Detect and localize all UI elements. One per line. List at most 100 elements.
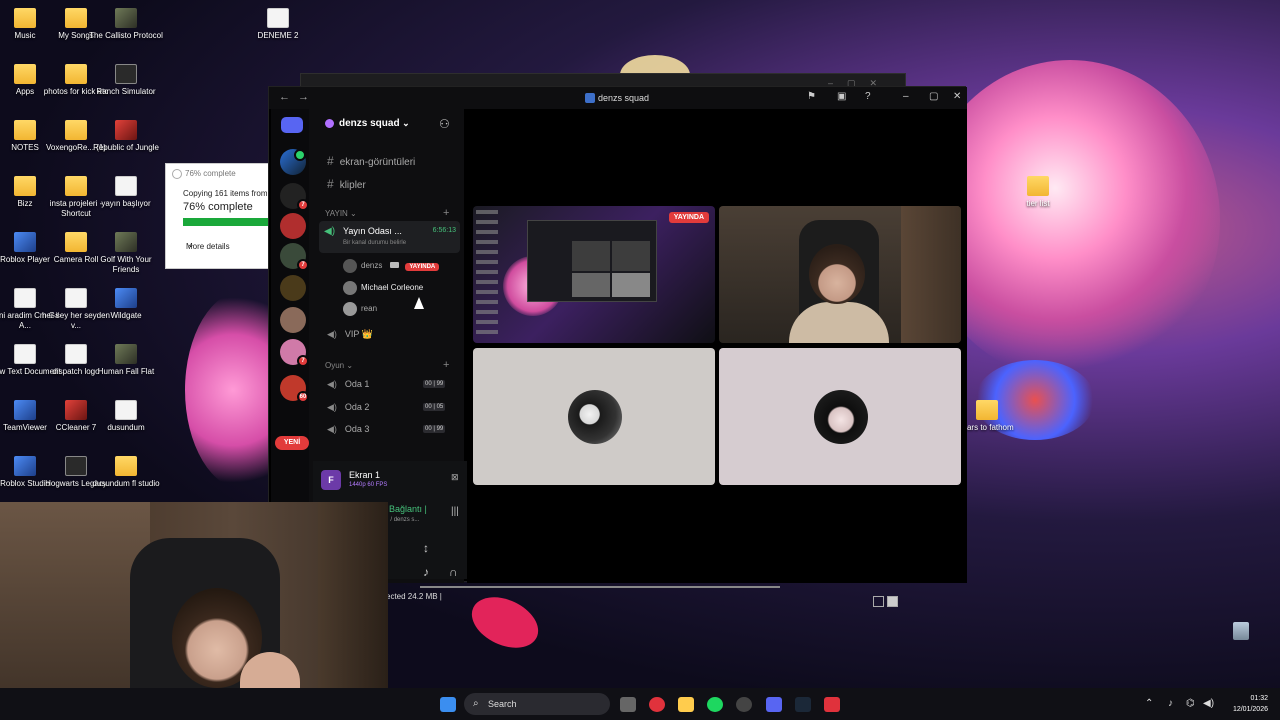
camera-background <box>901 206 961 343</box>
category-yayin[interactable]: YAYIN ⌄ + <box>325 207 449 219</box>
speaker-icon: ◀) <box>327 379 337 389</box>
channel-ekran-goruntuleri[interactable]: # ekran-görüntüleri <box>327 154 415 168</box>
download-icon[interactable]: ▣ <box>837 91 846 102</box>
new-badge[interactable]: YENİ <box>275 436 309 450</box>
desktop-icon-dusundum[interactable]: dusundum <box>89 400 163 433</box>
participant-tile[interactable] <box>473 348 715 485</box>
volume-icon[interactable]: ◀) <box>1203 698 1214 709</box>
copy-progress-dialog[interactable]: 76% complete Copying 161 items from 76% … <box>165 163 275 269</box>
app-icon <box>14 456 36 476</box>
server-name[interactable]: denzs squad <box>325 118 410 129</box>
mute-icon[interactable]: ↕ <box>423 541 429 555</box>
voice-channel-vip[interactable]: ◀) VIP 👑 <box>327 329 373 340</box>
voice-member-michael[interactable]: Michael Corleone <box>343 281 423 295</box>
desktop-icon-ranch[interactable]: Ranch Simulator <box>89 64 163 97</box>
invite-icon[interactable]: ⚇ <box>439 117 450 131</box>
voice-member-denzs[interactable]: denzs YAYINDA <box>343 259 440 273</box>
desktop-icon-fl-studio[interactable]: dusundum fl studio <box>89 456 163 489</box>
recycle-bin-icon[interactable] <box>1233 622 1249 640</box>
voice-channel-oda-2[interactable]: ◀) Oda 2 00 | 05 <box>327 402 446 413</box>
server-icon[interactable] <box>280 307 306 333</box>
microphone-icon[interactable]: ♪ <box>1168 698 1173 709</box>
details-view-icon[interactable] <box>873 596 884 607</box>
chevron-up-icon[interactable]: ⌃ <box>1145 698 1153 709</box>
channel-klipler[interactable]: # klipler <box>327 177 366 191</box>
taskbar: ⌕ Search ⌃ ♪ ⌬ ◀) 01:32 12/01/2026 <box>0 688 1280 720</box>
desktop-icon-wildgate[interactable]: Wildgate <box>89 288 163 321</box>
server-icon[interactable]: 7 <box>280 339 309 367</box>
folder-icon <box>65 120 87 140</box>
folder-icon <box>976 400 998 420</box>
avatar <box>568 390 622 444</box>
noise-suppression-icon[interactable]: ||| <box>451 506 459 517</box>
stream-content <box>572 241 610 271</box>
desktop-icon-republic[interactable]: Republic of Jungle <box>89 120 163 153</box>
avatar <box>814 390 868 444</box>
steam-icon[interactable] <box>795 697 811 712</box>
speaker-icon: ◀) <box>327 402 337 412</box>
call-timer: 6:56:13 <box>432 227 456 234</box>
voice-channel-oda-1[interactable]: ◀) Oda 1 00 | 99 <box>327 379 446 390</box>
folder-icon <box>65 64 87 84</box>
discord-icon[interactable] <box>766 697 782 712</box>
opera-gx-icon[interactable] <box>824 697 840 712</box>
participant-tile[interactable] <box>719 348 961 485</box>
voice-channel-oda-3[interactable]: ◀) Oda 3 00 | 99 <box>327 424 446 435</box>
category-oyun[interactable]: Oyun ⌄ + <box>325 359 449 371</box>
close-icon[interactable]: ✕ <box>953 91 961 102</box>
task-view-icon[interactable] <box>620 697 636 712</box>
video-stage: YAYINDA <box>467 109 967 583</box>
minimize-icon[interactable]: – <box>903 91 909 102</box>
taskbar-search[interactable]: ⌕ Search <box>464 693 610 715</box>
mouse-cursor-icon <box>414 297 424 309</box>
app-icon[interactable] <box>736 697 752 712</box>
desktop-icon-deneme[interactable]: DENEME 2 <box>241 8 315 41</box>
stream-content <box>612 273 650 297</box>
desktop-icon-tier-list[interactable]: tier list <box>1001 176 1075 209</box>
microphone-icon[interactable]: ♪ <box>423 565 429 579</box>
server-icon[interactable]: 7 <box>280 183 309 211</box>
opera-icon[interactable] <box>649 697 665 712</box>
app-icon <box>65 400 87 420</box>
add-channel-icon[interactable]: + <box>443 359 449 371</box>
live-badge: YAYINDA <box>668 212 709 223</box>
add-channel-icon[interactable]: + <box>443 207 449 219</box>
spotify-icon[interactable] <box>707 697 723 712</box>
view-toggle[interactable] <box>873 594 903 607</box>
desktop-icon-human-fall-flat[interactable]: Human Fall Flat <box>89 344 163 377</box>
channel-status[interactable]: Bir kanal durumu belirle <box>343 240 406 246</box>
back-forward-icon[interactable]: ←→ <box>279 91 317 103</box>
desktop-icon-callisto[interactable]: The Callisto Protocol <box>89 8 163 41</box>
file-explorer-icon[interactable] <box>678 697 694 712</box>
system-clock[interactable]: 01:32 12/01/2026 <box>1222 693 1268 715</box>
help-icon[interactable]: ? <box>865 91 871 102</box>
scrollbar[interactable] <box>420 586 780 588</box>
voice-member-rean[interactable]: rean <box>343 302 377 316</box>
server-icon[interactable]: 7 <box>280 243 309 271</box>
document-icon <box>14 344 36 364</box>
voice-channel-yayin-odasi[interactable]: ◀) Yayın Odası ... 6:56:13 Bir kanal dur… <box>319 221 460 253</box>
server-icon[interactable] <box>280 213 306 239</box>
network-icon[interactable]: ⌬ <box>1186 698 1195 709</box>
discord-home-icon[interactable] <box>281 117 303 133</box>
desktop-icon-golf[interactable]: Golf With Your Friends <box>89 232 163 275</box>
maximize-icon[interactable]: ▢ <box>929 91 938 102</box>
progress-bar <box>183 218 275 226</box>
camera-tile[interactable] <box>719 206 961 343</box>
date: 12/01/2026 <box>1232 706 1268 713</box>
stop-stream-icon[interactable]: ⊠ <box>451 472 459 483</box>
server-icon[interactable] <box>280 149 306 175</box>
headphones-icon[interactable]: ∩ <box>449 565 458 579</box>
search-icon: ⌕ <box>473 698 479 709</box>
server-icon[interactable]: 60 <box>280 375 309 403</box>
game-icon <box>115 120 137 140</box>
server-icon[interactable] <box>280 275 306 301</box>
stream-tile-screenshare[interactable]: YAYINDA <box>473 206 715 343</box>
inbox-icon[interactable]: ⚑ <box>807 91 816 102</box>
more-details-button[interactable]: More details <box>166 226 272 251</box>
desktop-icon-yayin[interactable]: yayın başlıyor <box>89 176 163 209</box>
hash-icon: # <box>327 177 334 191</box>
windows-start-icon[interactable] <box>440 697 456 712</box>
tiles-view-icon[interactable] <box>887 596 898 607</box>
stream-content <box>527 220 657 302</box>
